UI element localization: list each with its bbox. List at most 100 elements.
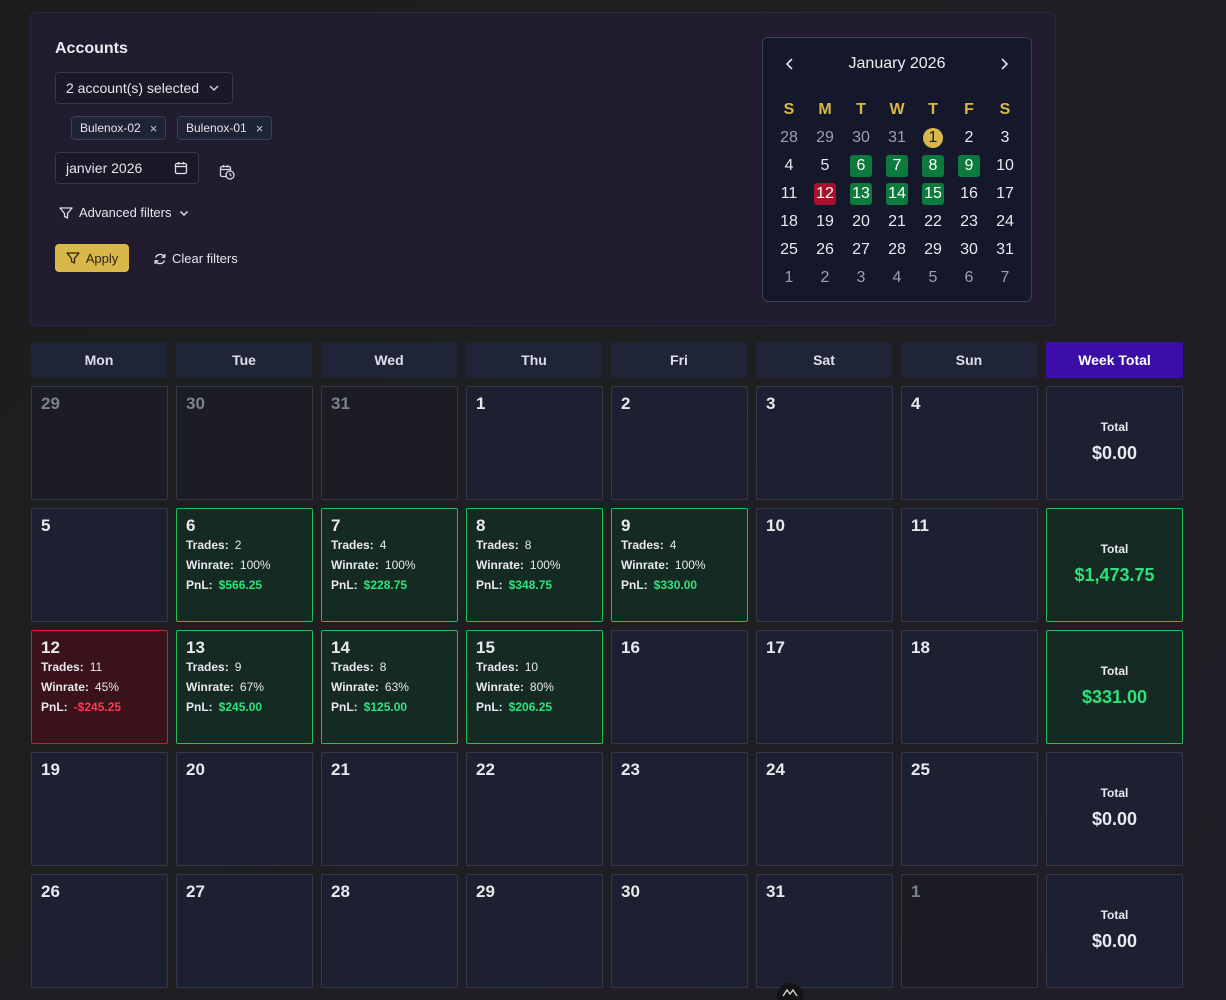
calendar-day-cell[interactable]: 2 [611,386,748,500]
close-icon[interactable]: × [256,121,264,136]
mini-calendar-day[interactable]: 19 [814,211,836,233]
calendar-day-cell[interactable]: 31 [756,874,893,988]
mini-calendar-day[interactable]: 24 [994,211,1016,233]
mini-calendar-day[interactable]: 30 [958,239,980,261]
refresh-icon [154,253,166,264]
mini-calendar-day[interactable]: 3 [850,267,872,289]
mini-calendar-day[interactable]: 1 [923,128,943,148]
mini-calendar-day[interactable]: 5 [814,155,836,177]
mini-calendar-day[interactable]: 13 [850,183,872,205]
apply-button[interactable]: Apply [55,244,129,272]
mini-calendar-day[interactable]: 2 [814,267,836,289]
mini-calendar-day[interactable]: 8 [922,155,944,177]
mini-calendar-day[interactable]: 22 [922,211,944,233]
mini-calendar-day[interactable]: 25 [778,239,800,261]
mini-calendar-day[interactable]: 7 [886,155,908,177]
mini-calendar-day[interactable]: 15 [922,183,944,205]
mini-calendar-day[interactable]: 30 [850,127,872,149]
mini-calendar-day[interactable]: 7 [994,267,1016,289]
mini-calendar-day[interactable]: 21 [886,211,908,233]
mini-calendar-day[interactable]: 23 [958,211,980,233]
mini-calendar-day[interactable]: 29 [922,239,944,261]
calendar-day-cell[interactable]: 21 [321,752,458,866]
floating-logo-icon[interactable] [776,982,804,1000]
mini-calendar-day[interactable]: 11 [778,183,800,205]
mini-calendar-day[interactable]: 20 [850,211,872,233]
mini-calendar-day[interactable]: 17 [994,183,1016,205]
mini-calendar-day[interactable]: 4 [886,267,908,289]
mini-calendar-day[interactable]: 26 [814,239,836,261]
calendar-day-cell[interactable]: 10 [756,508,893,622]
mini-calendar-day[interactable]: 18 [778,211,800,233]
mini-calendar-day[interactable]: 9 [958,155,980,177]
calendar-day-cell[interactable]: 11 [901,508,1038,622]
calendar-day-cell[interactable]: 7 Trades: 4 Winrate: 100% PnL: $228.75 [321,508,458,622]
advanced-filters-toggle[interactable]: Advanced filters [59,205,190,220]
calendar-day-cell[interactable]: 15 Trades: 10 Winrate: 80% PnL: $206.25 [466,630,603,744]
calendar-day-cell[interactable]: 13 Trades: 9 Winrate: 67% PnL: $245.00 [176,630,313,744]
calendar-day-cell[interactable]: 30 [176,386,313,500]
mini-calendar-day[interactable]: 1 [778,267,800,289]
week-total-amount: $0.00 [1091,931,1138,951]
calendar-day-cell[interactable]: 3 [756,386,893,500]
winrate-stat: Winrate: 67% [186,680,264,694]
calendar-day-cell[interactable]: 25 [901,752,1038,866]
calendar-day-cell[interactable]: 23 [611,752,748,866]
mini-calendar-day[interactable]: 28 [778,127,800,149]
mini-calendar-day[interactable]: 31 [994,239,1016,261]
chevron-right-icon[interactable] [997,57,1011,71]
close-icon[interactable]: × [150,121,158,136]
stat-value: $566.25 [218,578,263,592]
mini-calendar-day[interactable]: 6 [850,155,872,177]
calendar-day-cell[interactable]: 9 Trades: 4 Winrate: 100% PnL: $330.00 [611,508,748,622]
calendar-day-cell[interactable]: 4 [901,386,1038,500]
calendar-day-cell[interactable]: 29 [466,874,603,988]
calendar-day-cell[interactable]: 24 [756,752,893,866]
mini-calendar-day[interactable]: 14 [886,183,908,205]
calendar-day-cell[interactable]: 17 [756,630,893,744]
calendar-day-cell[interactable]: 29 [31,386,168,500]
calendar-day-cell[interactable]: 28 [321,874,458,988]
calendar-day-cell[interactable]: 19 [31,752,168,866]
mini-calendar-day[interactable]: 27 [850,239,872,261]
clear-filters-button[interactable]: Clear filters [153,251,238,266]
mini-calendar-day[interactable]: 16 [958,183,980,205]
calendar-day-cell[interactable]: 27 [176,874,313,988]
calendar-day-cell[interactable]: 1 [901,874,1038,988]
mini-calendar-day[interactable]: 4 [778,155,800,177]
calendar-day-cell[interactable]: 30 [611,874,748,988]
mini-calendar-day[interactable]: 28 [886,239,908,261]
calendar-day-cell[interactable]: 6 Trades: 2 Winrate: 100% PnL: $566.25 [176,508,313,622]
mini-calendar-day[interactable]: 3 [994,127,1016,149]
calendar-day-cell[interactable]: 8 Trades: 8 Winrate: 100% PnL: $348.75 [466,508,603,622]
calendar-day-cell[interactable]: 12 Trades: 11 Winrate: 45% PnL: -$245.25 [31,630,168,744]
calendar-day-cell[interactable]: 26 [31,874,168,988]
mini-calendar-day[interactable]: 29 [814,127,836,149]
calendar-day-cell[interactable]: 31 [321,386,458,500]
calendar-day-cell[interactable]: 20 [176,752,313,866]
mini-calendar-day[interactable]: 31 [886,127,908,149]
calendar-day-cell[interactable]: 18 [901,630,1038,744]
pnl-stat: PnL: $206.25 [476,700,552,714]
stat-value: 100% [384,558,416,572]
week-total-cell: Total $1,473.75 [1046,508,1183,622]
mini-calendar-day[interactable]: 2 [958,127,980,149]
mini-calendar-day[interactable]: 5 [922,267,944,289]
trades-stat: Trades: 11 [41,660,102,674]
mini-calendar-day[interactable]: 10 [994,155,1016,177]
calendar-day-cell[interactable]: 16 [611,630,748,744]
calendar-clock-icon[interactable] [219,164,235,180]
stat-value: $206.25 [508,700,553,714]
calendar-icon[interactable] [174,161,188,175]
account-select[interactable]: 2 account(s) selected [55,72,233,104]
stat-label: Winrate: [41,680,89,694]
month-input[interactable]: janvier 2026 [55,152,199,184]
mini-calendar-day[interactable]: 12 [814,183,836,205]
stat-label: Winrate: [476,680,524,694]
calendar-day-cell[interactable]: 1 [466,386,603,500]
mini-calendar-day[interactable]: 6 [958,267,980,289]
calendar-day-cell[interactable]: 22 [466,752,603,866]
calendar-day-cell[interactable]: 14 Trades: 8 Winrate: 63% PnL: $125.00 [321,630,458,744]
calendar-day-cell[interactable]: 5 [31,508,168,622]
stat-label: PnL: [186,578,213,592]
